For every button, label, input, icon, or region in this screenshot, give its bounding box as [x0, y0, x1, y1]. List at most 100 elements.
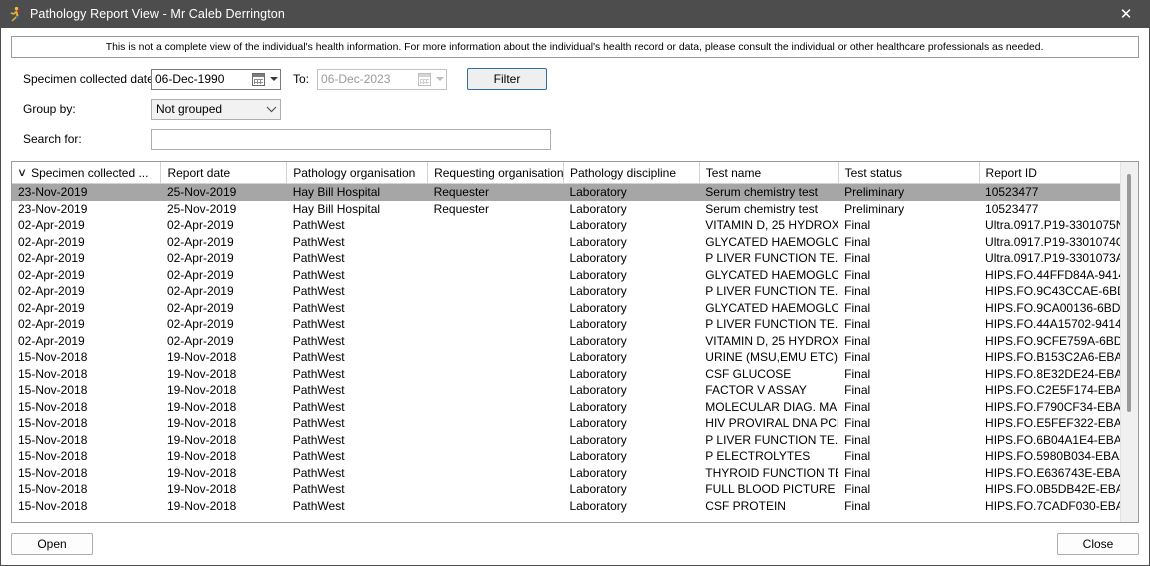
cell-7: 10523477 — [985, 201, 1039, 216]
specimen-date-label: Specimen collected date: — [23, 72, 158, 86]
cell-5: CSF GLUCOSE — [705, 366, 792, 381]
cell-4: Laboratory — [569, 383, 627, 397]
cell-7: 10523477 — [979, 183, 1120, 201]
cell-5: VITAMIN D, 25 HYDROXY — [705, 218, 839, 232]
group-by-select[interactable]: Not grouped — [151, 98, 281, 120]
calendar-icon[interactable] — [418, 72, 432, 86]
disclaimer-banner: This is not a complete view of the indiv… — [11, 36, 1139, 58]
cell-5: GLYCATED HAEMOGLO... — [705, 300, 839, 315]
cell-5: P LIVER FUNCTION TE... — [705, 284, 839, 298]
table-row[interactable]: 15-Nov-2018 19-Nov-2018 PathWest Laboratory… — [12, 415, 1120, 432]
cell-1: 19-Nov-2018 — [166, 465, 237, 480]
group-by-value: Not grouped — [156, 102, 223, 116]
cell-7: Ultra.0917.P19-3301073A... — [985, 251, 1120, 265]
column-header-label: Pathology discipline — [569, 165, 677, 180]
vertical-scrollbar[interactable] — [1120, 162, 1138, 522]
cell-0: 15-Nov-2018 — [18, 399, 88, 414]
cell-7: HIPS.FO.0B5DB42E-EBA... — [985, 482, 1120, 496]
column-header-2[interactable]: Pathology organisation — [286, 162, 429, 184]
table-row[interactable]: 15-Nov-2018 19-Nov-2018 PathWest Laboratory… — [12, 366, 1120, 383]
cell-1: 19-Nov-2018 — [166, 350, 237, 364]
chevron-down-icon[interactable] — [267, 70, 280, 89]
cell-7: Ultra.0917.P19-3301075N... — [985, 218, 1120, 232]
cell-4: Laboratory — [569, 449, 627, 463]
cell-3 — [428, 267, 564, 284]
cell-6: Final — [844, 383, 871, 397]
chevron-down-icon[interactable] — [433, 70, 446, 89]
cell-6: Final — [844, 350, 871, 364]
specimen-date-to-picker[interactable]: 06-Dec-2023 — [317, 68, 448, 90]
search-input[interactable] — [151, 128, 551, 150]
cell-6: Final — [844, 317, 871, 331]
cell-1: 19-Nov-2018 — [166, 399, 237, 414]
table-row[interactable]: 02-Apr-2019 02-Apr-2019 PathWest Laboratory… — [12, 333, 1120, 350]
cell-5: P LIVER FUNCTION TE... — [705, 432, 839, 447]
table-row[interactable]: 02-Apr-2019 02-Apr-2019 PathWest Laboratory… — [12, 316, 1120, 333]
cell-0: 02-Apr-2019 — [18, 251, 85, 265]
cell-7: Ultra.0917.P19-3301074G... — [985, 234, 1120, 249]
table-row[interactable]: 15-Nov-2018 19-Nov-2018 PathWest Laboratory… — [12, 448, 1120, 465]
cell-2: PathWest — [292, 267, 345, 282]
table-row[interactable]: 02-Apr-2019 02-Apr-2019 PathWest Laboratory… — [12, 267, 1120, 284]
cell-1: 19-Nov-2018 — [166, 449, 237, 463]
open-button[interactable]: Open — [11, 533, 93, 555]
table-row[interactable]: 02-Apr-2019 02-Apr-2019 PathWest Laboratory… — [12, 217, 1120, 234]
close-icon[interactable]: ✕ — [1103, 0, 1149, 28]
specimen-date-from-picker[interactable]: 06-Dec-1990 — [151, 68, 281, 90]
cell-6: Final — [844, 333, 871, 348]
cell-6: Final — [844, 465, 871, 480]
cell-7: HIPS.FO.5980B034-EBA2... — [985, 449, 1120, 463]
cell-2: PathWest — [292, 432, 345, 447]
scrollbar-thumb[interactable] — [1127, 174, 1131, 412]
table-row[interactable]: 15-Nov-2018 19-Nov-2018 PathWest Laboratory… — [12, 498, 1120, 515]
table-row[interactable]: 15-Nov-2018 19-Nov-2018 PathWest Laboratory… — [12, 481, 1120, 498]
cell-4: Laboratory — [569, 317, 627, 331]
filter-panel: Specimen collected date: 06-Dec-1990 To:… — [11, 58, 1139, 158]
column-header-1[interactable]: Report date — [160, 162, 288, 184]
cell-4: Laboratory — [569, 218, 627, 232]
cell-3 — [428, 448, 564, 465]
cell-1: 02-Apr-2019 — [166, 234, 234, 249]
cell-6: Final — [844, 366, 871, 381]
cell-4: Laboratory — [569, 333, 627, 348]
column-header-4[interactable]: Pathology discipline — [563, 162, 700, 184]
table-row[interactable]: 02-Apr-2019 02-Apr-2019 PathWest Laboratory… — [12, 300, 1120, 317]
cell-6: Final — [844, 449, 871, 463]
column-header-7[interactable]: Report ID — [979, 162, 1120, 184]
table-row[interactable]: 02-Apr-2019 02-Apr-2019 PathWest Laboratory… — [12, 234, 1120, 251]
cell-7: HIPS.FO.9CFE759A-6BD... — [985, 333, 1120, 348]
specimen-date-from-value: 06-Dec-1990 — [155, 72, 225, 86]
cell-3 — [428, 300, 564, 317]
close-button[interactable]: Close — [1057, 533, 1139, 555]
column-header-label: Test name — [705, 165, 762, 180]
table-row[interactable]: 15-Nov-2018 19-Nov-2018 PathWest Laboratory… — [12, 465, 1120, 482]
calendar-icon[interactable] — [252, 72, 265, 86]
cell-3 — [428, 333, 564, 350]
table-row[interactable]: 02-Apr-2019 02-Apr-2019 PathWest Laboratory… — [12, 250, 1120, 267]
cell-0: 15-Nov-2018 — [18, 350, 88, 364]
cell-0: 15-Nov-2018 — [18, 465, 88, 480]
column-header-3[interactable]: Requesting organisation — [427, 162, 564, 184]
table-row[interactable]: 23-Nov-2019 25-Nov-2019 Hay Bill Hospital R… — [12, 183, 1120, 201]
column-header-0[interactable]: ∨ Specimen collected ... — [12, 162, 162, 184]
filter-button[interactable]: Filter — [467, 68, 548, 90]
table-header: ∨ Specimen collected ... Report date Pathol… — [12, 162, 1120, 184]
chevron-down-icon[interactable] — [262, 106, 280, 113]
column-header-5[interactable]: Test name — [699, 162, 839, 184]
cell-4: Laboratory — [569, 251, 627, 265]
column-header-6[interactable]: Test status — [838, 162, 980, 184]
table-row[interactable]: 15-Nov-2018 19-Nov-2018 PathWest Laboratory… — [12, 432, 1120, 449]
table-row[interactable]: 23-Nov-2019 25-Nov-2019 Hay Bill Hospital R… — [12, 201, 1120, 218]
cell-3 — [428, 498, 564, 515]
table-row[interactable]: 15-Nov-2018 19-Nov-2018 PathWest Laboratory… — [12, 382, 1120, 399]
cell-6: Final — [844, 498, 871, 513]
cell-5: FULL BLOOD PICTURE — [705, 482, 836, 496]
table-row[interactable]: 02-Apr-2019 02-Apr-2019 PathWest Laboratory… — [12, 283, 1120, 300]
cell-2: PathWest — [292, 251, 345, 265]
table-row[interactable]: 15-Nov-2018 19-Nov-2018 PathWest Laboratory… — [12, 399, 1120, 416]
cell-7: HIPS.FO.44A15702-9414-... — [985, 317, 1120, 331]
cell-4: Laboratory — [569, 267, 627, 282]
cell-4: Laboratory — [569, 234, 627, 249]
table-row[interactable]: 15-Nov-2018 19-Nov-2018 PathWest Laboratory… — [12, 349, 1120, 366]
cell-2: PathWest — [292, 350, 345, 364]
